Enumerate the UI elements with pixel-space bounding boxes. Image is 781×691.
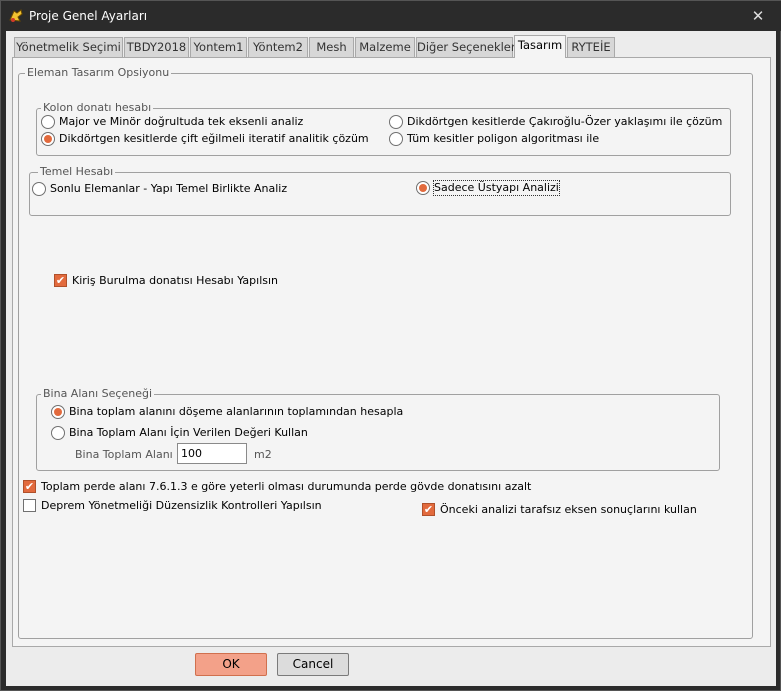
tab-yonetmelik-secimi[interactable]: Yönetmelik Seçimi [14,37,123,57]
beam-torsion-label: Kiriş Burulma donatısı Hesabı Yapılsın [72,274,279,287]
beam-torsion-checkbox[interactable]: ✔ [54,274,67,287]
tab-tbdy2018[interactable]: TBDY2018 [124,37,189,57]
column-polygon-radio[interactable] [389,132,403,146]
foundation-fem-label: Sonlu Elemanlar - Yapı Temel Birlikte An… [50,182,288,195]
column-uniaxial-radio[interactable] [41,115,55,129]
column-polygon-label: Tüm kesitler poligon algoritması ile [407,132,600,145]
column-biaxial-iterative-label: Dikdörtgen kesitlerde çift eğilmeli iter… [59,132,369,145]
building-area-field-label: Bina Toplam Alanı [75,448,173,461]
column-uniaxial-label: Major ve Minör doğrultuda tek eksenli an… [59,115,304,128]
foundation-superstructure-radio[interactable] [416,181,430,195]
irregularity-label: Deprem Yönetmeliği Düzensizlik Kontrolle… [41,499,322,512]
cancel-button[interactable]: Cancel [277,653,349,676]
element-design-legend: Eleman Tasarım Opsiyonu [25,66,172,79]
tab-ryteie[interactable]: RYTEİE [567,37,615,57]
previous-analysis-label: Önceki analizi tarafsız eksen sonuçların… [440,503,697,516]
tab-yontem2[interactable]: Yöntem2 [248,37,308,57]
building-area-legend: Bina Alanı Seçeneği [41,387,155,400]
app-icon [9,9,23,22]
building-area-group: Bina Alanı Seçeneği Bina toplam alanını … [36,387,720,471]
shear-wall-label: Toplam perde alanı 7.6.1.3 e göre yeterl… [41,480,532,493]
building-area-slab-radio[interactable] [51,405,65,419]
tab-tasarim[interactable]: Tasarım [514,35,566,58]
tab-mesh[interactable]: Mesh [309,37,354,57]
tab-yontem1[interactable]: Yontem1 [190,37,247,57]
element-design-group: Eleman Tasarım Opsiyonu Kolon donatı hes… [18,66,753,639]
building-area-unit: m2 [254,448,272,461]
column-reinforcement-group: Kolon donatı hesabı Major ve Minör doğru… [36,101,731,156]
title-bar[interactable]: Proje Genel Ayarları ✕ [1,1,781,31]
foundation-group: Temel Hesabı Sonlu Elemanlar - Yapı Teme… [29,165,731,216]
tab-panel-tasarim: Eleman Tasarım Opsiyonu Kolon donatı hes… [12,57,771,647]
column-cakiroglu-ozer-radio[interactable] [389,115,403,129]
foundation-legend: Temel Hesabı [38,165,116,178]
foundation-superstructure-label: Sadece Üstyapı Analizi [433,180,560,196]
previous-analysis-checkbox[interactable]: ✔ [422,503,435,516]
dialog-window: Proje Genel Ayarları ✕ Yönetmelik Seçimi… [0,0,781,691]
building-area-given-radio[interactable] [51,426,65,440]
tab-diger-secenekler[interactable]: Diğer Seçenekler [416,37,516,57]
ok-button[interactable]: OK [195,653,267,676]
shear-wall-checkbox[interactable]: ✔ [23,480,36,493]
column-biaxial-iterative-radio[interactable] [41,132,55,146]
dialog-body: Yönetmelik Seçimi TBDY2018 Yontem1 Yönte… [6,31,776,686]
foundation-fem-radio[interactable] [32,182,46,196]
building-area-given-label: Bina Toplam Alanı İçin Verilen Değeri Ku… [69,426,308,439]
column-reinforcement-legend: Kolon donatı hesabı [41,101,154,114]
window-title: Proje Genel Ayarları [29,9,148,23]
building-area-slab-label: Bina toplam alanını döşeme alanlarının t… [69,405,404,418]
tab-malzeme[interactable]: Malzeme [355,37,415,57]
irregularity-checkbox[interactable] [23,499,36,512]
building-area-input[interactable] [177,443,247,464]
column-cakiroglu-ozer-label: Dikdörtgen kesitlerde Çakıroğlu-Özer yak… [407,115,723,128]
close-icon[interactable]: ✕ [743,5,773,27]
